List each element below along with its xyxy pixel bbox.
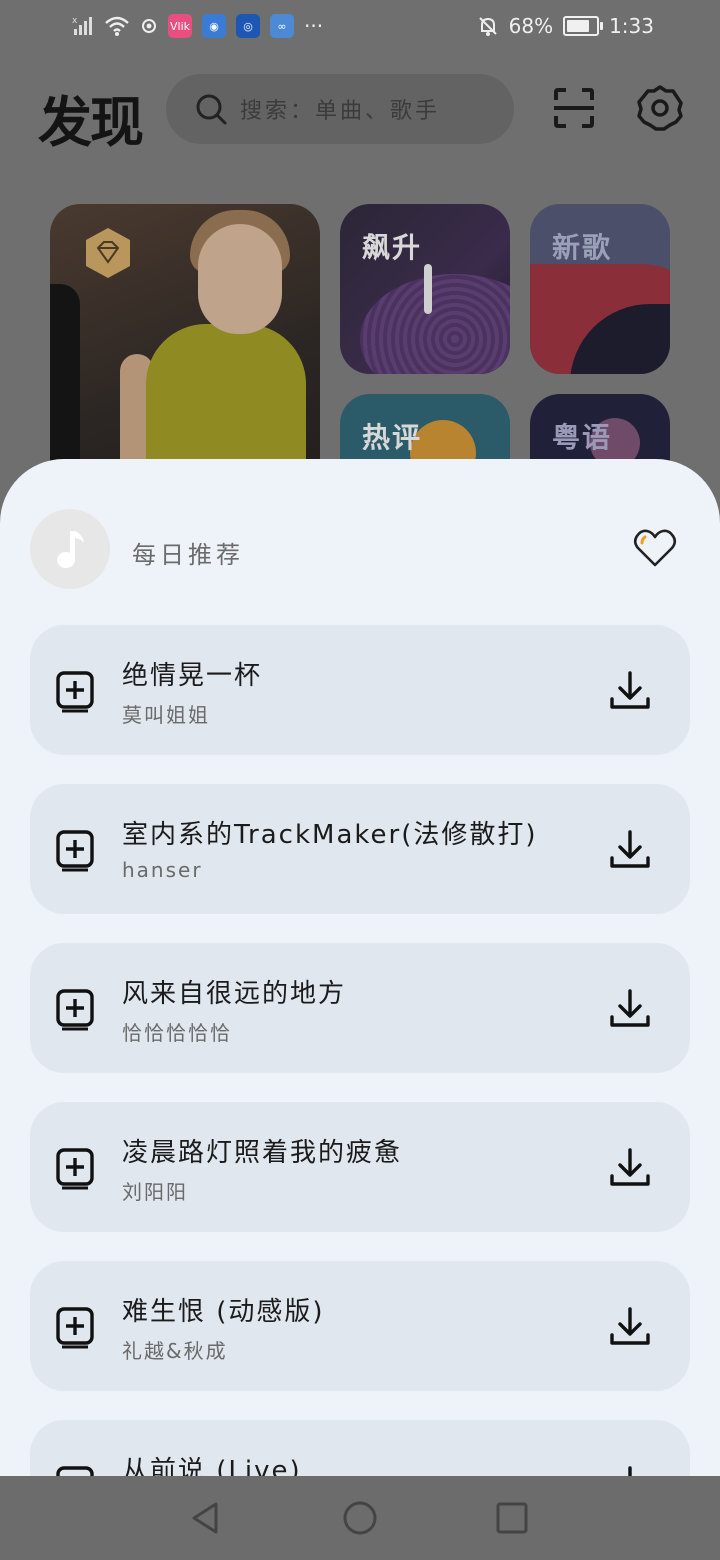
download-icon[interactable]: [606, 826, 654, 874]
song-artist: 恰恰恰恰恰: [122, 1021, 232, 1045]
status-bar: x Vlik ◉ ◎ ∞ ··· 68% 1:33: [0, 0, 720, 56]
signal-icon: x: [72, 16, 92, 35]
new-songs-card[interactable]: 新歌: [530, 204, 670, 374]
diamond-vip-icon: [86, 228, 130, 278]
app-badge-text: Vlik: [169, 19, 190, 33]
song-list: 绝情晃一杯 莫叫姐姐 室内系的TrackMaker(法修散打) hanser 风…: [30, 625, 690, 1499]
more-notifications: ···: [304, 14, 324, 38]
vinyl-record-image: [360, 274, 510, 374]
app-icon-4: ∞: [270, 14, 294, 38]
sheet-title: 每日推荐: [132, 541, 244, 569]
status-right: 68% 1:33: [477, 14, 654, 38]
tonearm-image: [424, 264, 432, 314]
scan-icon[interactable]: [550, 84, 598, 132]
add-to-playlist-icon[interactable]: [54, 1146, 98, 1190]
song-row[interactable]: 难生恨 (动感版) 礼越&秋成: [30, 1261, 690, 1391]
song-title: 风来自很远的地方: [122, 979, 347, 1009]
mute-bell-icon: [478, 17, 497, 36]
card-label-new: 新歌: [552, 231, 613, 264]
app-icon-3: ◎: [236, 14, 260, 38]
trending-chart-card[interactable]: 飙升: [340, 204, 510, 374]
back-icon[interactable]: [188, 1500, 224, 1536]
app-badge-text: ◉: [209, 19, 219, 33]
wifi-icon: [105, 16, 129, 36]
song-artist: 刘阳阳: [122, 1180, 188, 1204]
add-to-playlist-icon[interactable]: [54, 669, 98, 713]
app-badge-text: ◎: [243, 19, 253, 33]
download-icon[interactable]: [606, 1144, 654, 1192]
status-left: x Vlik ◉ ◎ ∞ ···: [72, 14, 323, 38]
search-placeholder: 搜索：单曲、歌手: [240, 99, 441, 124]
download-icon[interactable]: [606, 985, 654, 1033]
settings-icon[interactable]: [636, 84, 684, 132]
add-to-playlist-icon[interactable]: [54, 828, 98, 872]
search-input[interactable]: 搜索：单曲、歌手: [166, 74, 514, 144]
athlete-image-head: [198, 224, 282, 334]
music-note-icon: [57, 531, 84, 568]
recent-apps-icon[interactable]: [494, 1500, 530, 1536]
song-title: 凌晨路灯照着我的疲惫: [122, 1138, 403, 1168]
download-icon[interactable]: [606, 667, 654, 715]
card-label-hot: 热评: [362, 421, 423, 454]
system-nav-bar: [0, 1476, 720, 1560]
add-to-playlist-icon[interactable]: [54, 987, 98, 1031]
page-title: 发现: [38, 91, 144, 154]
app-icon-2: ◉: [202, 14, 226, 38]
card-label-trending: 飙升: [362, 231, 423, 264]
song-artist: 礼越&秋成: [122, 1339, 228, 1363]
heart-icon[interactable]: [632, 525, 678, 571]
song-row[interactable]: 绝情晃一杯 莫叫姐姐: [30, 625, 690, 755]
playlist-cover: [30, 509, 110, 589]
song-artist: 莫叫姐姐: [122, 703, 210, 727]
daily-recommend-sheet: 每日推荐 绝情晃一杯 莫叫姐姐 室内系的TrackMaker(法修散打) han…: [0, 459, 720, 1499]
app-badge-text: ∞: [277, 19, 287, 33]
location-icon: [142, 19, 156, 33]
home-icon[interactable]: [342, 1500, 378, 1536]
download-icon[interactable]: [606, 1303, 654, 1351]
song-title: 室内系的TrackMaker(法修散打): [122, 820, 538, 850]
song-title: 难生恨 (动感版): [122, 1297, 325, 1327]
search-icon: [196, 94, 227, 125]
song-title: 绝情晃一杯: [122, 661, 263, 691]
song-row[interactable]: 室内系的TrackMaker(法修散打) hanser: [30, 784, 690, 914]
battery-percent: 68%: [508, 14, 554, 38]
song-row[interactable]: 风来自很远的地方 恰恰恰恰恰: [30, 943, 690, 1073]
weibo-app-icon: Vlik: [168, 14, 192, 38]
svg-text:x: x: [72, 16, 78, 26]
song-artist: hanser: [122, 858, 203, 882]
add-to-playlist-icon[interactable]: [54, 1305, 98, 1349]
song-row[interactable]: 凌晨路灯照着我的疲惫 刘阳阳: [30, 1102, 690, 1232]
clock: 1:33: [609, 14, 654, 38]
card-label-cantonese: 粤语: [552, 421, 613, 454]
battery-icon: [563, 16, 604, 36]
